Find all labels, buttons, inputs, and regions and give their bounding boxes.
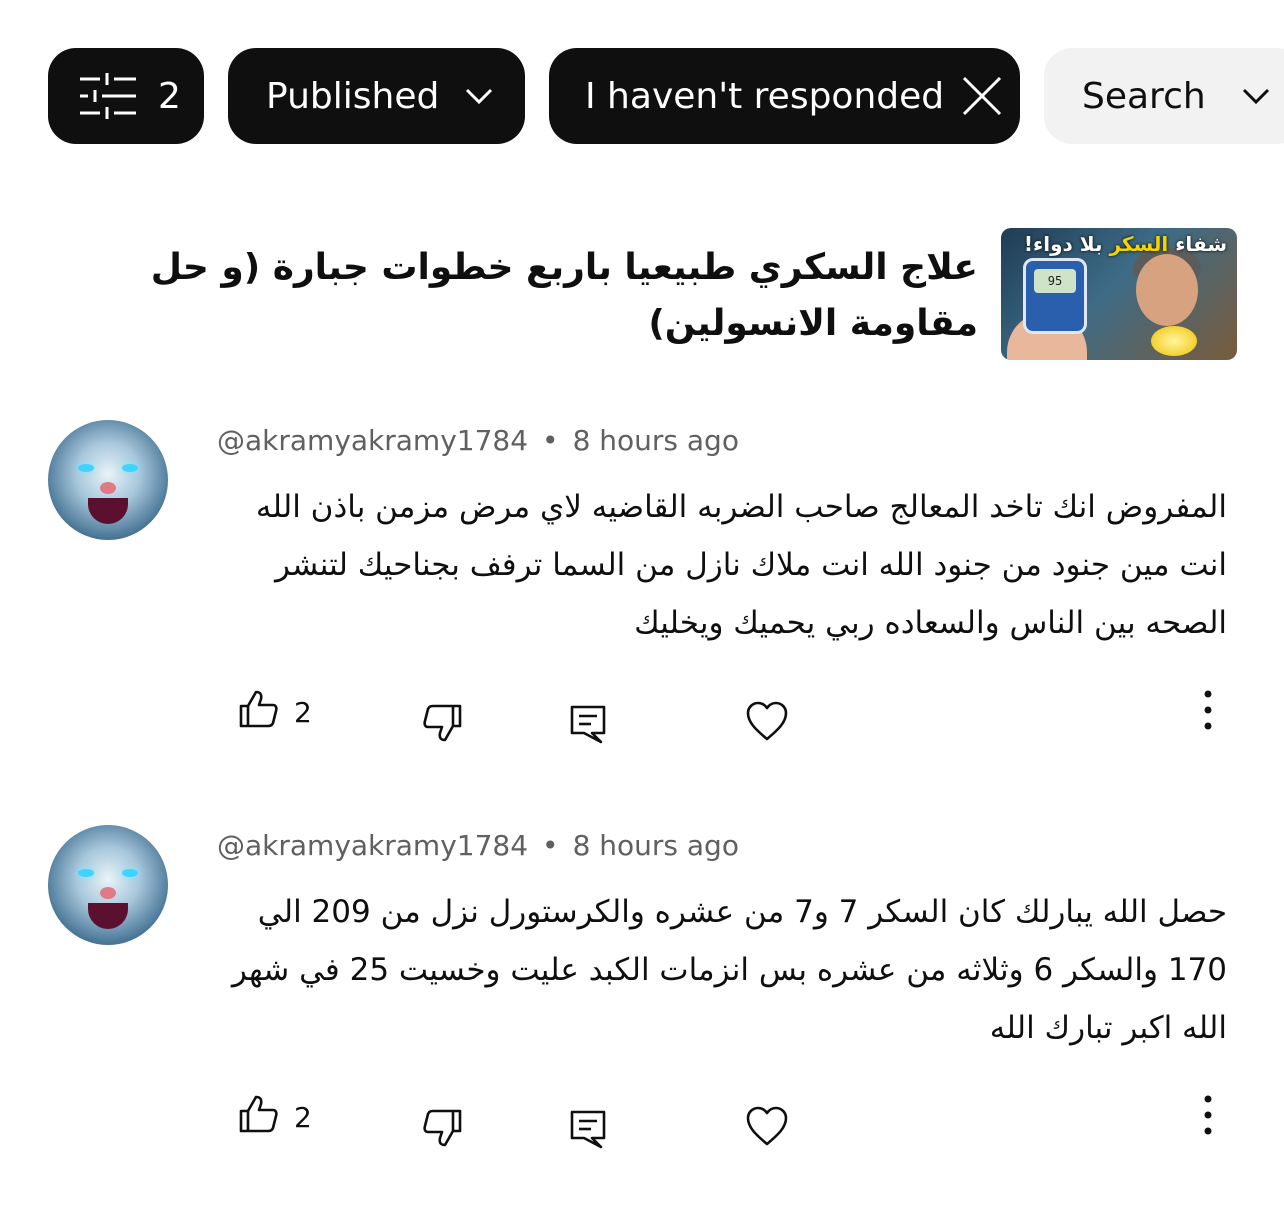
avatar-eye — [122, 869, 138, 877]
more-vertical-icon[interactable] — [1192, 1095, 1224, 1135]
reply-icon[interactable] — [569, 1109, 607, 1149]
search-label: Search — [1082, 75, 1206, 117]
thumbnail-glow — [1151, 326, 1197, 356]
meta-separator: • — [542, 829, 559, 862]
reply-icon[interactable] — [569, 704, 607, 744]
video-header: علاج السكري طبيعيا باربع خطوات جبارة (و … — [0, 228, 1284, 368]
chevron-down-icon — [466, 88, 493, 104]
comment-actions: 2 — [0, 690, 1284, 750]
comment-item: @akramyakramy1784 • 8 hours ago المفروض ان… — [0, 420, 1284, 800]
comment-text: المفروض انك تاخد المعالج صاحب الضربه الق… — [255, 489, 1227, 641]
heart-icon[interactable] — [745, 1105, 789, 1147]
avatar-nose — [100, 482, 116, 494]
thumbnail-caption-b: السكر — [1109, 232, 1169, 256]
chevron-down-icon — [1242, 88, 1269, 104]
published-chip[interactable]: Published — [228, 48, 525, 144]
comment-time: 8 hours ago — [572, 424, 739, 457]
comment-meta: @akramyakramy1784 • 8 hours ago — [217, 424, 739, 457]
glucose-meter-screen: 95 — [1034, 269, 1076, 293]
like-count: 2 — [294, 1101, 312, 1134]
thumbnail-face — [1136, 254, 1198, 326]
comment-text: حصل الله يبارلك كان السكر 7 و7 من عشره و… — [231, 894, 1227, 1046]
not-responded-label: I haven't responded — [585, 75, 945, 117]
close-icon[interactable] — [962, 76, 1002, 116]
thumbs-down-icon[interactable] — [423, 704, 463, 742]
filter-chip[interactable]: 2 — [48, 48, 204, 144]
video-thumbnail[interactable]: 95 شفاء السكر بلا دواء! — [1001, 228, 1237, 360]
comment-author[interactable]: @akramyakramy1784 — [217, 829, 528, 862]
avatar-eye — [122, 464, 138, 472]
heart-icon[interactable] — [745, 700, 789, 742]
glucose-meter-icon: 95 — [1023, 258, 1087, 334]
comment-actions: 2 — [0, 1095, 1284, 1155]
avatar[interactable] — [48, 825, 168, 945]
comment-meta: @akramyakramy1784 • 8 hours ago — [217, 829, 739, 862]
thumbnail-caption-c: بلا دواء! — [1023, 232, 1103, 256]
filter-sliders-icon — [80, 73, 136, 119]
avatar-eye — [78, 869, 94, 877]
avatar-nose — [100, 887, 116, 899]
avatar[interactable] — [48, 420, 168, 540]
published-label: Published — [266, 75, 440, 117]
thumbs-down-icon[interactable] — [423, 1109, 463, 1147]
not-responded-chip[interactable]: I haven't responded — [549, 48, 1020, 144]
comment-author[interactable]: @akramyakramy1784 — [217, 424, 528, 457]
thumbs-up-icon[interactable] — [238, 690, 278, 728]
avatar-eye — [78, 464, 94, 472]
thumbnail-caption-a: شفاء — [1175, 232, 1227, 256]
avatar-mouth — [88, 498, 128, 524]
comment-time: 8 hours ago — [572, 829, 739, 862]
filter-count: 2 — [158, 75, 181, 117]
filter-chip-bar: 2 Published I haven't responded Search — [0, 0, 1284, 180]
more-vertical-icon[interactable] — [1192, 690, 1224, 730]
avatar-mouth — [88, 903, 128, 929]
thumbs-up-icon[interactable] — [238, 1095, 278, 1133]
video-title[interactable]: علاج السكري طبيعيا باربع خطوات جبارة (و … — [48, 240, 978, 352]
meta-separator: • — [542, 424, 559, 457]
search-chip[interactable]: Search — [1044, 48, 1284, 144]
like-count: 2 — [294, 696, 312, 729]
comment-item: @akramyakramy1784 • 8 hours ago حصل الله ي… — [0, 825, 1284, 1205]
thumbnail-caption: شفاء السكر بلا دواء! — [1024, 232, 1227, 256]
